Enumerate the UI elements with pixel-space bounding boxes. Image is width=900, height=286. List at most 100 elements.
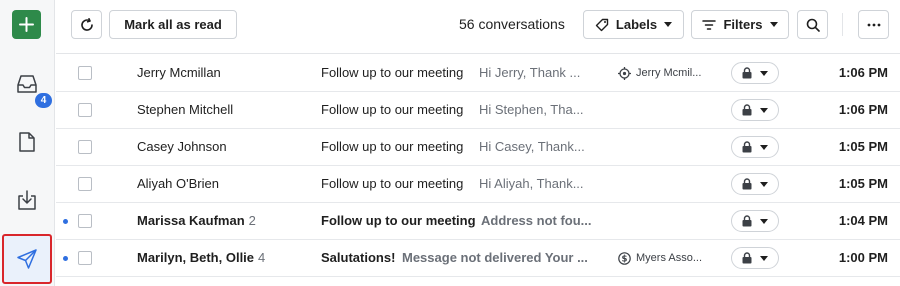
unread-indicator — [63, 256, 68, 261]
refresh-button[interactable] — [71, 10, 102, 39]
lock-icon — [742, 252, 752, 264]
filters-button[interactable]: Filters — [691, 10, 789, 39]
row-subject: Follow up to our meeting — [321, 139, 464, 154]
from-name: Aliyah O'Brien — [137, 176, 219, 191]
row-preview: Hi Casey, Thank... — [479, 139, 585, 154]
lock-icon — [742, 178, 752, 190]
row-preview: Hi Aliyah, Thank... — [479, 176, 584, 191]
lock-icon — [742, 104, 752, 116]
row-subject: Follow up to our meeting — [321, 65, 464, 80]
row-preview: Message not delivered Your ... — [402, 250, 588, 265]
lock-icon — [742, 67, 752, 79]
privacy-dropdown[interactable] — [731, 210, 779, 232]
row-checkbox[interactable] — [78, 103, 92, 117]
from-name: Marissa Kaufman — [137, 213, 245, 228]
row-time: 1:05 PM — [838, 139, 888, 154]
thread-count: 4 — [258, 250, 266, 265]
chevron-down-icon — [760, 181, 768, 187]
row-checkbox[interactable] — [78, 66, 92, 80]
row-from: Stephen Mitchell — [137, 92, 233, 128]
drafts-icon — [19, 132, 35, 152]
privacy-dropdown[interactable] — [731, 247, 779, 269]
conversation-row[interactable]: Jerry Mcmillan Follow up to our meeting … — [56, 55, 900, 92]
svg-text:$: $ — [622, 254, 628, 264]
row-preview: Hi Stephen, Tha... — [479, 102, 584, 117]
row-subject: Follow up to our meeting — [321, 176, 464, 191]
chevron-down-icon — [769, 22, 778, 27]
search-button[interactable] — [797, 10, 828, 39]
labels-label: Labels — [615, 17, 658, 32]
left-rail: 4 — [0, 0, 55, 286]
row-preview: Hi Jerry, Thank ... — [479, 65, 581, 80]
row-subject: Follow up to our meeting — [321, 102, 464, 117]
row-checkbox[interactable] — [78, 140, 92, 154]
row-checkbox[interactable] — [78, 214, 92, 228]
compose-button[interactable] — [12, 10, 41, 39]
refresh-icon — [80, 17, 93, 31]
chevron-down-icon — [760, 255, 768, 261]
row-tag[interactable]: Jerry Mcmil... — [618, 55, 701, 91]
row-checkbox[interactable] — [78, 177, 92, 191]
conversation-row[interactable]: Aliyah O'Brien Follow up to our meeting … — [56, 166, 900, 203]
privacy-dropdown[interactable] — [731, 62, 779, 84]
conversation-row[interactable]: Stephen Mitchell Follow up to our meetin… — [56, 92, 900, 129]
sent-nav[interactable] — [2, 234, 52, 284]
conversation-list: Jerry Mcmillan Follow up to our meeting … — [56, 55, 900, 277]
conversation-row[interactable]: Casey Johnson Follow up to our meeting H… — [56, 129, 900, 166]
tag-icon — [595, 18, 609, 31]
chevron-down-icon — [760, 144, 768, 150]
row-checkbox[interactable] — [78, 251, 92, 265]
privacy-dropdown[interactable] — [731, 173, 779, 195]
conversation-row[interactable]: Marilyn, Beth, Ollie 4 Salutations! Messa… — [56, 240, 900, 277]
tag-label: Jerry Mcmil... — [636, 67, 702, 79]
row-from: Marilyn, Beth, Ollie 4 — [137, 240, 265, 276]
row-subject: Follow up to our meeting — [321, 213, 476, 228]
from-name: Stephen Mitchell — [137, 102, 234, 117]
row-time: 1:06 PM — [838, 65, 888, 80]
row-subject: Salutations! — [321, 250, 396, 265]
row-tag[interactable]: $ Myers Asso... — [618, 240, 702, 276]
plus-icon — [19, 17, 34, 32]
dollar-icon: $ — [618, 251, 631, 265]
chevron-down-icon — [760, 107, 768, 113]
labels-button[interactable]: Labels — [583, 10, 684, 39]
filter-icon — [702, 19, 717, 30]
toolbar-divider — [842, 13, 843, 36]
more-button[interactable] — [858, 10, 889, 39]
row-time: 1:04 PM — [838, 213, 888, 228]
privacy-dropdown[interactable] — [731, 99, 779, 121]
chevron-down-icon — [760, 218, 768, 224]
row-from: Jerry Mcmillan — [137, 55, 221, 91]
row-preview: Address not fou... — [481, 213, 592, 228]
sent-icon — [17, 249, 37, 269]
row-time: 1:06 PM — [838, 102, 888, 117]
row-from: Aliyah O'Brien — [137, 166, 219, 202]
row-time: 1:00 PM — [838, 250, 888, 265]
from-name: Marilyn, Beth, Ollie — [137, 250, 255, 265]
unread-indicator — [63, 219, 68, 224]
chevron-down-icon — [760, 70, 768, 76]
thread-count: 2 — [248, 213, 256, 228]
tag-label: Myers Asso... — [636, 252, 703, 264]
conversation-count: 56 conversations — [459, 16, 565, 32]
inbox-badge: 4 — [35, 93, 52, 108]
drafts-nav[interactable] — [13, 128, 41, 156]
row-time: 1:05 PM — [838, 176, 888, 191]
privacy-dropdown[interactable] — [731, 136, 779, 158]
lock-icon — [742, 215, 752, 227]
search-icon — [806, 18, 820, 32]
inbox-icon — [17, 75, 37, 93]
mark-all-read-button[interactable]: Mark all as read — [109, 10, 237, 39]
target-icon — [618, 66, 631, 80]
filters-label: Filters — [723, 17, 763, 32]
archive-icon — [18, 190, 36, 210]
from-name: Jerry Mcmillan — [137, 65, 221, 80]
archive-nav[interactable] — [13, 186, 41, 214]
mark-all-read-label: Mark all as read — [124, 17, 222, 32]
row-from: Marissa Kaufman 2 — [137, 203, 256, 239]
lock-icon — [742, 141, 752, 153]
from-name: Casey Johnson — [137, 139, 227, 154]
chevron-down-icon — [664, 22, 673, 27]
row-from: Casey Johnson — [137, 129, 227, 165]
conversation-row[interactable]: Marissa Kaufman 2 Follow up to our meetin… — [56, 203, 900, 240]
